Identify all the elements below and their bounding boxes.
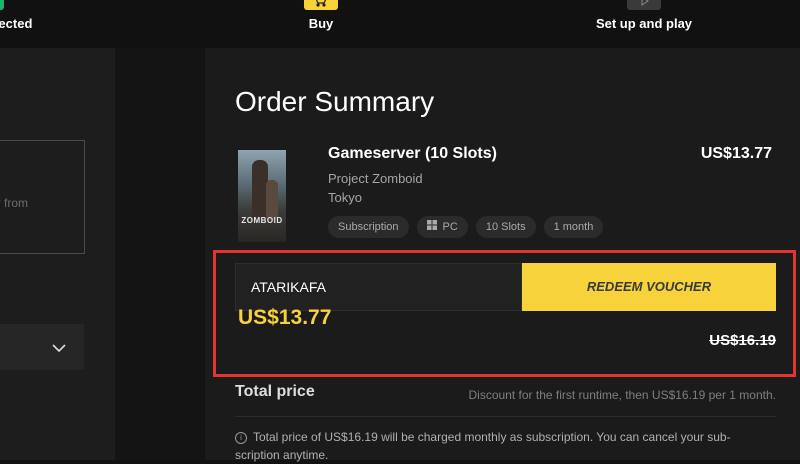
order-summary-panel: Order Summary ZOMBOID Gameserver (10 Slo… (205, 48, 800, 462)
step-buy[interactable]: Buy (271, 0, 371, 48)
total-price-label: Total price (235, 383, 315, 400)
original-price: US$16.19 (709, 332, 776, 349)
tag-label: 10 Slots (485, 221, 526, 233)
step-setup-and-play[interactable]: Set up and play (584, 0, 704, 48)
voucher-code-input[interactable]: ATARIKAFA (235, 263, 522, 311)
tag-label: Subscription (338, 221, 399, 233)
column-gap (115, 48, 205, 460)
checkout-stepper: elected Buy Set up and play (0, 0, 800, 48)
check-icon (0, 0, 4, 10)
product-tags: Subscription PC 10 Slots 1 month (328, 216, 604, 238)
dropdown-select[interactable] (0, 324, 84, 370)
step-selected[interactable]: elected (0, 0, 60, 48)
info-box-line: er from (0, 196, 29, 210)
windows-icon (426, 216, 437, 238)
step-label: elected (0, 16, 33, 31)
divider (235, 416, 776, 417)
tag-subscription: Subscription (328, 216, 409, 238)
product-price: US$13.77 (700, 145, 772, 162)
discounted-price: US$13.77 (238, 306, 332, 329)
play-icon (627, 0, 661, 10)
info-icon: i (235, 432, 247, 444)
step-label: Buy (308, 16, 334, 31)
product-location: Tokyo (328, 190, 362, 205)
chevron-down-icon (52, 340, 66, 358)
product-name: Gameserver (10 Slots) (328, 145, 497, 162)
product-game: Project Zomboid (328, 171, 423, 186)
cart-icon (304, 0, 338, 10)
info-box: er from d. (0, 140, 85, 254)
cover-logo: ZOMBOID (241, 216, 283, 225)
discount-note: Discount for the first runtime, then US$… (468, 388, 777, 402)
cover-figure (266, 180, 278, 220)
page-title: Order Summary (235, 86, 435, 117)
tag-platform: PC (416, 216, 468, 238)
redeem-voucher-button[interactable]: REDEEM VOUCHER (522, 263, 776, 311)
tag-label: 1 month (553, 221, 594, 233)
left-panel: er from d. (0, 48, 115, 460)
game-cover-image: ZOMBOID (238, 150, 286, 242)
info-box-line: d. (0, 213, 28, 233)
subscription-info-text: Total price of US$16.19 will be charged … (235, 430, 731, 462)
tag-label: PC (442, 221, 458, 233)
info-box-text: er from d. (0, 193, 28, 233)
subscription-info: i Total price of US$16.19 will be charged… (235, 428, 765, 464)
tag-runtime: 1 month (543, 216, 604, 238)
step-label: Set up and play (595, 16, 693, 31)
tag-slots: 10 Slots (475, 216, 536, 238)
